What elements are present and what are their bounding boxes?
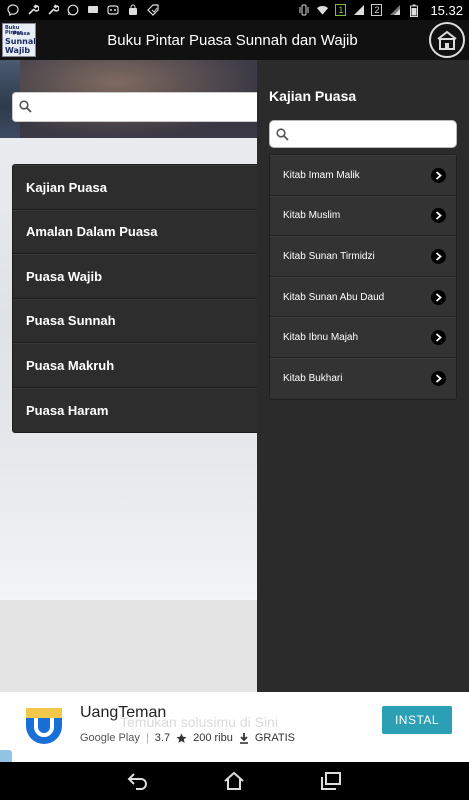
list-item-kitab-sunan-abu-daud[interactable]: Kitab Sunan Abu Daud xyxy=(270,276,456,318)
tag-icon xyxy=(146,4,159,16)
chevron-right-icon xyxy=(431,248,446,264)
ad-banner[interactable]: Temukan solusimu di Sini UangTeman Googl… xyxy=(0,692,469,762)
back-icon xyxy=(127,773,148,790)
list-item-kitab-bukhari[interactable]: Kitab Bukhari xyxy=(270,357,456,399)
home-icon xyxy=(224,771,245,790)
main-menu: Kajian Puasa Amalan Dalam Puasa Puasa Wa… xyxy=(12,164,262,433)
messenger-icon xyxy=(6,4,19,16)
search-input[interactable] xyxy=(12,92,262,122)
sim2-indicator: 2 xyxy=(371,4,383,16)
navigation-bar xyxy=(0,762,469,800)
home-icon xyxy=(437,30,457,50)
list-item-kitab-sunan-tirmidzi[interactable]: Kitab Sunan Tirmidzi xyxy=(270,236,456,277)
wrench-icon xyxy=(26,4,39,16)
menu-item-puasa-haram[interactable]: Puasa Haram xyxy=(13,387,261,433)
list-item-label: Kitab Sunan Abu Daud xyxy=(283,291,385,303)
chevron-right-icon xyxy=(431,208,446,224)
logo-text-4: Wajib xyxy=(5,46,31,55)
signal-icon-2 xyxy=(388,4,401,16)
search-icon xyxy=(276,128,289,141)
ad-meta: Google Play | 3.7 200 ribu GRATIS xyxy=(80,732,295,744)
vibrate-icon xyxy=(297,4,310,16)
ad-rating: 3.7 xyxy=(154,732,171,744)
list-item-label: Kitab Bukhari xyxy=(283,373,343,385)
bag-icon xyxy=(126,4,139,16)
list-item-label: Kitab Imam Malik xyxy=(283,169,360,181)
app-title: Buku Pintar Puasa Sunnah dan Wajib xyxy=(107,31,358,49)
chevron-right-icon xyxy=(431,371,446,387)
home-button[interactable] xyxy=(429,22,465,58)
recents-icon xyxy=(320,772,341,790)
list-item-kitab-imam-malik[interactable]: Kitab Imam Malik xyxy=(270,155,456,196)
uangteman-logo-icon xyxy=(20,702,68,750)
ad-app-name: UangTeman xyxy=(80,704,167,721)
logo-text-3: Sunnah xyxy=(5,37,36,46)
menu-item-puasa-sunnah[interactable]: Puasa Sunnah xyxy=(13,298,261,343)
clock: 15.32 xyxy=(430,2,463,18)
menu-item-puasa-wajib[interactable]: Puasa Wajib xyxy=(13,254,261,299)
ad-downloads: 200 ribu xyxy=(193,732,233,744)
panel-list: Kitab Imam Malik Kitab Muslim Kitab Suna… xyxy=(269,154,457,400)
search-icon xyxy=(19,100,32,113)
whatsapp-icon xyxy=(66,4,79,16)
sim1-indicator: 1 xyxy=(335,4,347,16)
recents-button[interactable] xyxy=(316,766,346,796)
app-bar: Buku Pintar Puasa Sunnah Wajib Buku Pint… xyxy=(0,20,469,60)
battery-icon xyxy=(407,4,420,17)
list-item-label: Kitab Sunan Tirmidzi xyxy=(283,250,375,262)
list-item-kitab-ibnu-majah[interactable]: Kitab Ibnu Majah xyxy=(270,317,456,358)
chevron-right-icon xyxy=(431,167,446,183)
star-icon xyxy=(176,733,187,743)
panel-title: Kajian Puasa xyxy=(269,88,357,104)
home-nav-button[interactable] xyxy=(219,766,249,796)
wifi-icon xyxy=(316,4,329,16)
status-bar: 1 2 15.32 xyxy=(0,0,469,20)
list-item-label: Kitab Ibnu Majah xyxy=(283,332,359,344)
signal-icon xyxy=(352,4,365,16)
side-panel: Kajian Puasa Kitab Imam Malik Kitab Musl… xyxy=(257,60,469,692)
list-item-kitab-muslim[interactable]: Kitab Muslim xyxy=(270,195,456,237)
message-icon xyxy=(86,4,99,16)
ad-info-icon[interactable] xyxy=(0,750,12,762)
store-name: Google Play xyxy=(80,732,140,744)
app-logo: Buku Pintar Puasa Sunnah Wajib xyxy=(2,23,36,57)
list-item-label: Kitab Muslim xyxy=(283,210,341,222)
menu-item-amalan-dalam-puasa[interactable]: Amalan Dalam Puasa xyxy=(13,209,261,254)
chevron-right-icon xyxy=(431,330,446,346)
panel-search-input[interactable] xyxy=(269,120,457,148)
install-button[interactable]: INSTAL xyxy=(382,706,452,734)
wrench-icon-2 xyxy=(46,4,59,16)
menu-item-puasa-makruh[interactable]: Puasa Makruh xyxy=(13,343,261,388)
game-icon xyxy=(106,4,119,16)
download-icon xyxy=(239,732,248,744)
back-button[interactable] xyxy=(123,766,153,796)
chevron-right-icon xyxy=(431,289,446,305)
ad-price: GRATIS xyxy=(254,732,295,744)
menu-item-kajian-puasa[interactable]: Kajian Puasa xyxy=(13,165,261,210)
